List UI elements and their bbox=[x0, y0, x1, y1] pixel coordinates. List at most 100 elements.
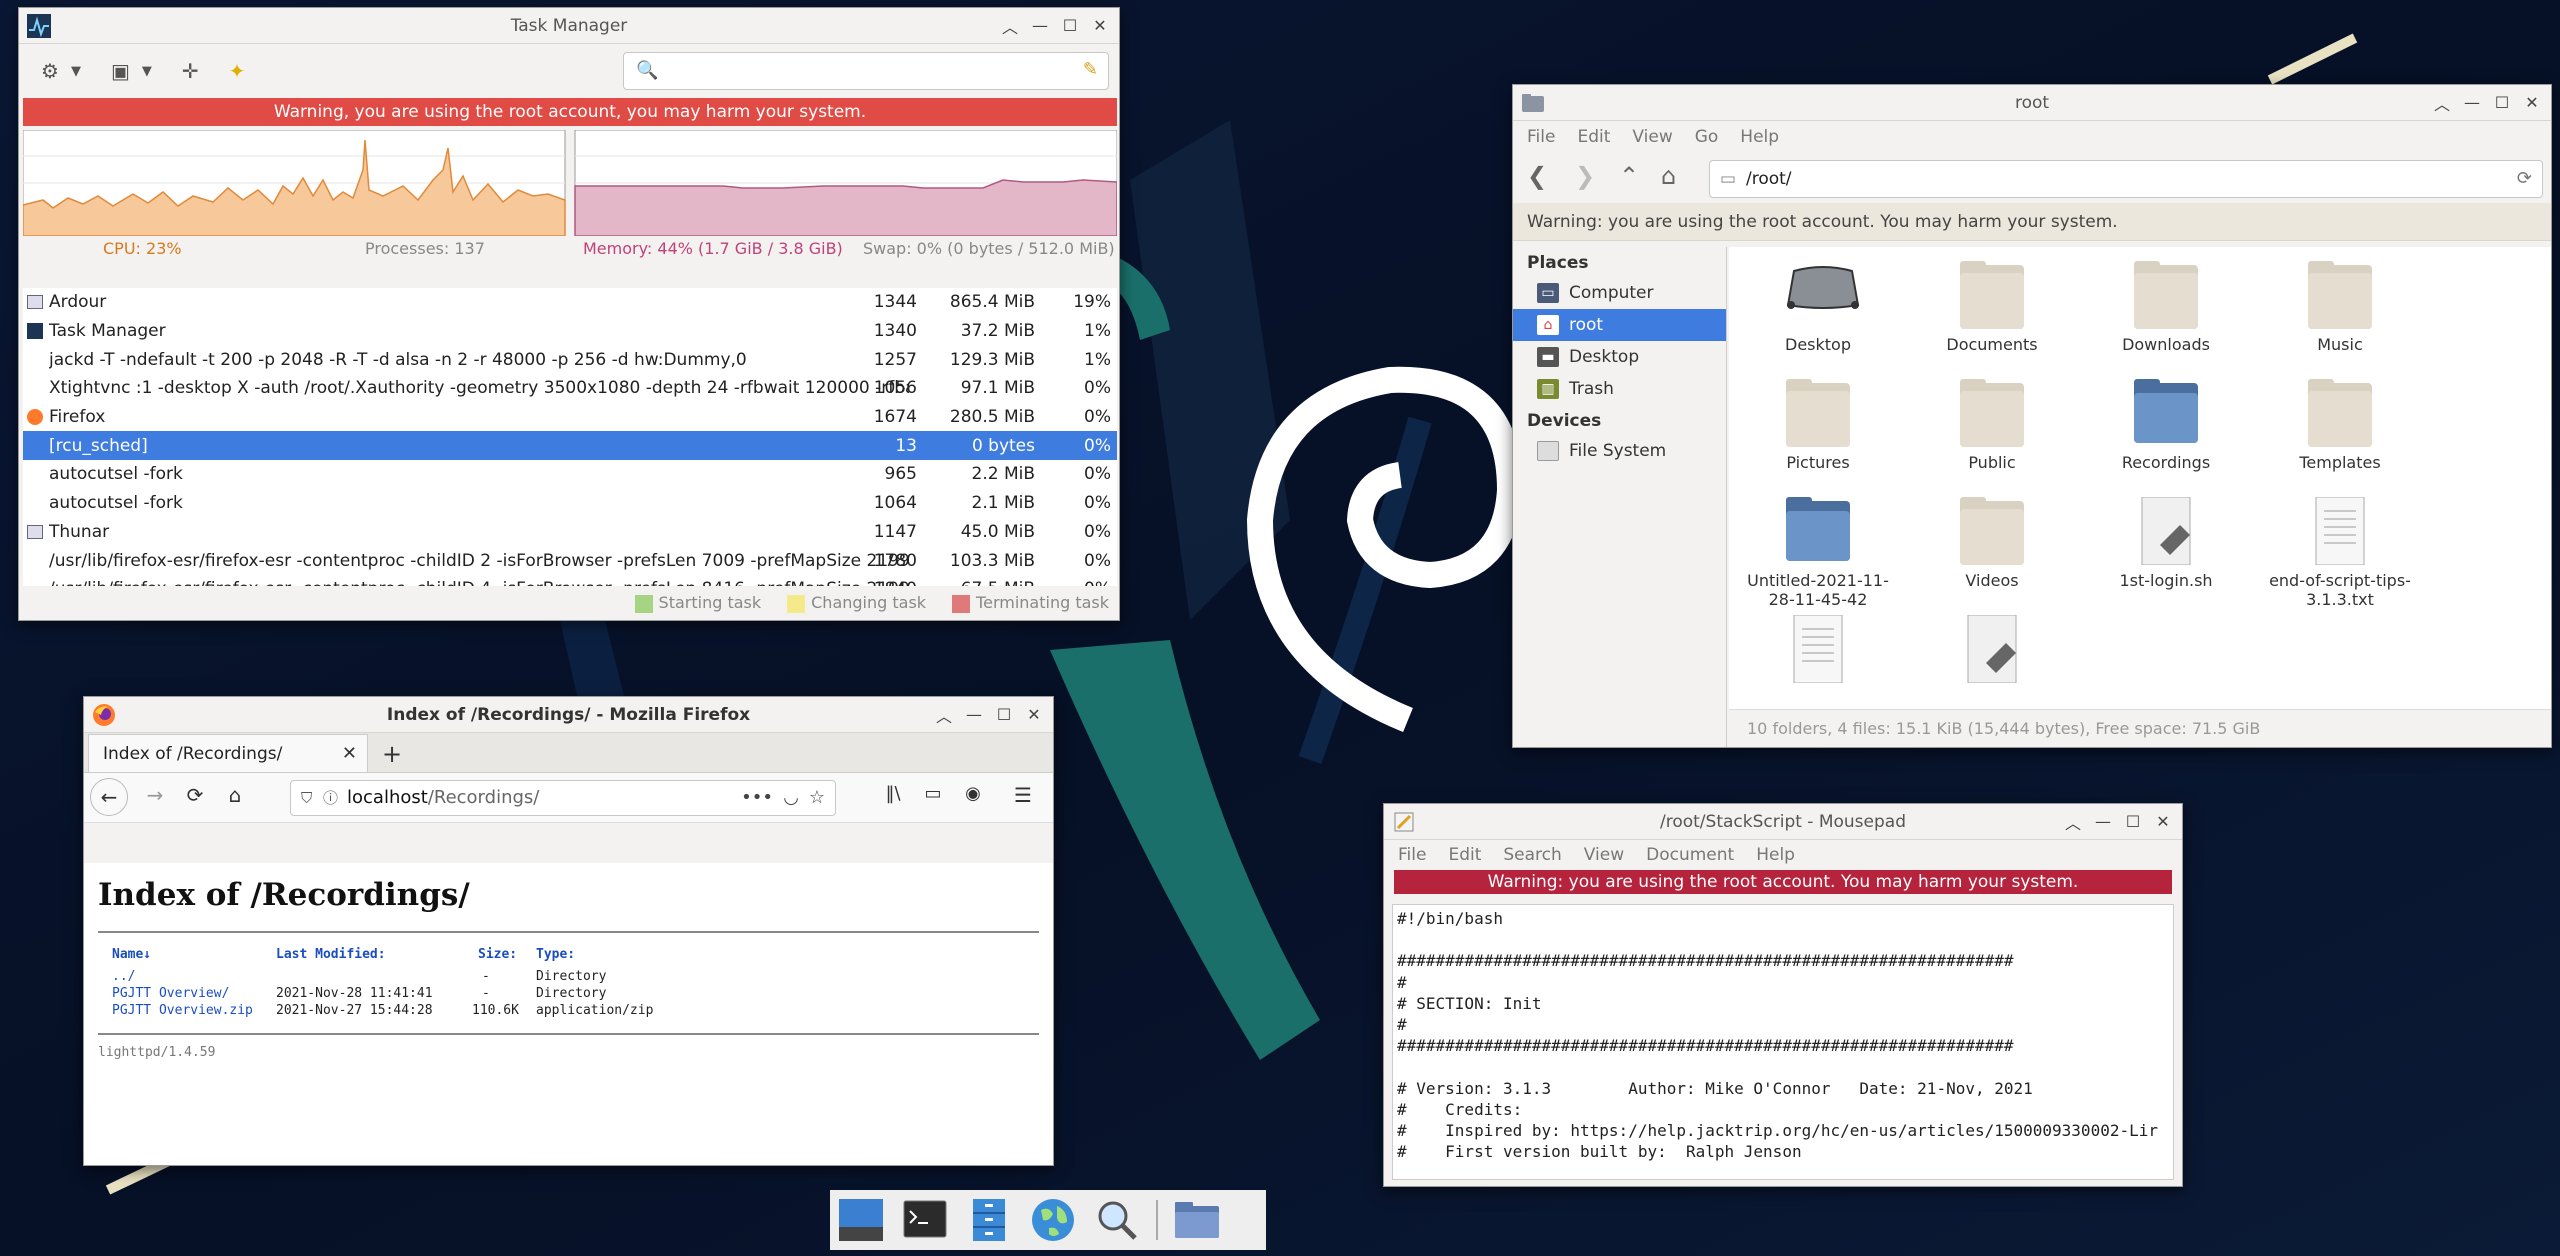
settings-icon[interactable]: ⚙ bbox=[41, 59, 59, 83]
page-actions-icon[interactable]: ••• bbox=[741, 781, 773, 815]
file-manager-titlebar[interactable]: root ︿ — ☐ ✕ bbox=[1513, 85, 2551, 121]
firefox-titlebar[interactable]: Index of /Recordings/ - Mozilla Firefox … bbox=[84, 697, 1053, 733]
pocket-icon[interactable]: ◡ bbox=[783, 781, 799, 815]
home-icon[interactable]: ⌂ bbox=[1661, 162, 1676, 190]
terminal-icon[interactable] bbox=[900, 1195, 950, 1245]
web-browser-globe-icon[interactable] bbox=[1028, 1195, 1078, 1245]
sidebar-item-file-system[interactable]: File System bbox=[1513, 435, 1726, 467]
shade-button[interactable]: ︿ bbox=[2429, 90, 2455, 116]
close-tab-icon[interactable]: ✕ bbox=[342, 743, 357, 764]
close-button[interactable]: ✕ bbox=[2150, 809, 2176, 835]
file-item[interactable]: Documents bbox=[1907, 261, 2077, 354]
process-row[interactable]: [rcu_sched] 13 0 bytes 0% bbox=[23, 431, 1117, 461]
info-icon[interactable]: ⓘ bbox=[323, 781, 338, 815]
file-view[interactable]: Desktop Documents Downloads Music Pictures Pu… bbox=[1729, 247, 2551, 709]
file-item[interactable]: 1st-login.sh bbox=[2081, 496, 2251, 590]
maximize-button[interactable]: ☐ bbox=[991, 702, 1017, 728]
file-item[interactable]: Pictures bbox=[1733, 379, 1903, 472]
show-desktop-icon[interactable] bbox=[836, 1195, 886, 1245]
settings-dropdown-chevron-icon[interactable]: ▼ bbox=[71, 64, 81, 79]
file-item[interactable]: Untitled-2021-11-28-11-45-42 bbox=[1733, 497, 1903, 609]
shade-button[interactable]: ︿ bbox=[997, 13, 1023, 39]
up-arrow-icon[interactable]: ⌃ bbox=[1619, 162, 1639, 190]
menu-edit[interactable]: Edit bbox=[1448, 845, 1481, 865]
maximize-button[interactable]: ☐ bbox=[1057, 13, 1083, 39]
task-manager-titlebar[interactable]: Task Manager ︿ — ☐ ✕ bbox=[19, 8, 1119, 44]
folder-icon[interactable] bbox=[1172, 1195, 1222, 1245]
forward-arrow-icon[interactable]: ❯ bbox=[1575, 162, 1595, 190]
minimize-button[interactable]: — bbox=[1027, 13, 1053, 39]
home-icon[interactable]: ⌂ bbox=[220, 783, 250, 807]
shade-button[interactable]: ︿ bbox=[931, 702, 957, 728]
close-button[interactable]: ✕ bbox=[2519, 90, 2545, 116]
entry-name[interactable]: ../ bbox=[112, 969, 135, 984]
close-button[interactable]: ✕ bbox=[1021, 702, 1047, 728]
file-item[interactable]: end-of-script-tips-3.1.3.txt bbox=[2255, 496, 2425, 609]
menu-go[interactable]: Go bbox=[1695, 127, 1719, 147]
text-editor[interactable]: #!/bin/bash #############################… bbox=[1392, 904, 2174, 1180]
menu-view[interactable]: View bbox=[1632, 127, 1672, 147]
back-button[interactable]: ← bbox=[90, 778, 128, 816]
entry-name[interactable]: PGJTT Overview/ bbox=[112, 986, 229, 1001]
library-icon[interactable]: ‖\ bbox=[878, 783, 908, 804]
location-input[interactable]: ▭ /root/ ⟳ bbox=[1709, 160, 2543, 198]
file-item[interactable]: Recordings bbox=[2081, 379, 2251, 472]
menu-help[interactable]: Help bbox=[1756, 845, 1795, 865]
entry-name[interactable]: PGJTT Overview.zip bbox=[112, 1003, 253, 1018]
file-item[interactable]: Desktop bbox=[1733, 261, 1903, 354]
reload-icon[interactable]: ⟳ bbox=[2517, 161, 2532, 197]
shield-icon[interactable]: ⛉ bbox=[301, 781, 312, 815]
file-item[interactable]: Videos bbox=[1907, 497, 2077, 590]
process-row[interactable]: jackd -T -ndefault -t 200 -p 2048 -R -T … bbox=[23, 345, 1117, 374]
browser-tab[interactable]: Index of /Recordings/ ✕ bbox=[88, 734, 368, 772]
file-item[interactable]: Music bbox=[2255, 261, 2425, 354]
new-tab-button[interactable]: + bbox=[374, 736, 410, 772]
column-header-modified[interactable]: Last Modified: bbox=[276, 947, 386, 962]
crosshair-icon[interactable]: ✛ bbox=[182, 59, 199, 83]
mousepad-titlebar[interactable]: /root/StackScript - Mousepad ︿ — ☐ ✕ bbox=[1384, 804, 2182, 840]
process-list[interactable]: Ardour 1344 865.4 MiB 19% Task Manager 1340 37… bbox=[23, 288, 1117, 588]
sidebar-item-trash[interactable]: ▥ Trash bbox=[1513, 373, 1726, 405]
file-item[interactable]: Public bbox=[1907, 379, 2077, 472]
back-arrow-icon[interactable]: ❮ bbox=[1527, 162, 1547, 190]
process-row[interactable]: autocutsel -fork 1064 2.1 MiB 0% bbox=[23, 489, 1117, 518]
bookmark-star-icon[interactable]: ☆ bbox=[809, 781, 825, 815]
column-header-size[interactable]: Size: bbox=[478, 947, 517, 962]
process-row[interactable]: Task Manager 1340 37.2 MiB 1% bbox=[23, 317, 1117, 346]
maximize-button[interactable]: ☐ bbox=[2489, 90, 2515, 116]
menu-file[interactable]: File bbox=[1527, 127, 1555, 147]
process-row[interactable]: Ardour 1344 865.4 MiB 19% bbox=[23, 288, 1117, 317]
sidebar-item-desktop[interactable]: ▬ Desktop bbox=[1513, 341, 1726, 373]
magnifier-search-icon[interactable] bbox=[1092, 1195, 1142, 1245]
menu-view[interactable]: View bbox=[1584, 845, 1624, 865]
file-item[interactable] bbox=[1907, 614, 2077, 689]
process-row[interactable]: autocutsel -fork 965 2.2 MiB 0% bbox=[23, 460, 1117, 489]
menu-edit[interactable]: Edit bbox=[1577, 127, 1610, 147]
process-row[interactable]: Firefox 1674 280.5 MiB 0% bbox=[23, 403, 1117, 432]
process-row[interactable]: /usr/lib/firefox-esr/firefox-esr -conten… bbox=[23, 546, 1117, 575]
star-icon[interactable]: ✦ bbox=[229, 59, 246, 83]
reload-icon[interactable]: ⟳ bbox=[180, 783, 210, 807]
hamburger-menu-icon[interactable]: ☰ bbox=[1008, 783, 1038, 807]
menu-document[interactable]: Document bbox=[1646, 845, 1734, 865]
close-button[interactable]: ✕ bbox=[1087, 13, 1113, 39]
menu-file[interactable]: File bbox=[1398, 845, 1426, 865]
sidebar-item-computer[interactable]: ▭ Computer bbox=[1513, 277, 1726, 309]
file-item[interactable] bbox=[1733, 614, 1903, 689]
minimize-button[interactable]: — bbox=[961, 702, 987, 728]
url-bar[interactable]: ⛉ ⓘ localhost/Recordings/ ••• ◡ ☆ bbox=[290, 780, 836, 816]
minimize-button[interactable]: — bbox=[2090, 809, 2116, 835]
view-dropdown-chevron-icon[interactable]: ▼ bbox=[142, 64, 152, 79]
sidebar-icon[interactable]: ▭ bbox=[918, 783, 948, 804]
shade-button[interactable]: ︿ bbox=[2060, 809, 2086, 835]
process-row[interactable]: Thunar 1147 45.0 MiB 0% bbox=[23, 518, 1117, 547]
clear-icon[interactable]: ✎ bbox=[1083, 59, 1098, 80]
column-header-name[interactable]: Name↓ bbox=[112, 947, 151, 962]
forward-button[interactable]: → bbox=[140, 783, 170, 807]
file-cabinet-icon[interactable] bbox=[964, 1195, 1014, 1245]
minimize-button[interactable]: — bbox=[2459, 90, 2485, 116]
maximize-button[interactable]: ☐ bbox=[2120, 809, 2146, 835]
view-icon[interactable]: ▣ bbox=[111, 59, 130, 83]
file-item[interactable]: Downloads bbox=[2081, 261, 2251, 354]
account-icon[interactable]: ◉ bbox=[958, 783, 988, 804]
